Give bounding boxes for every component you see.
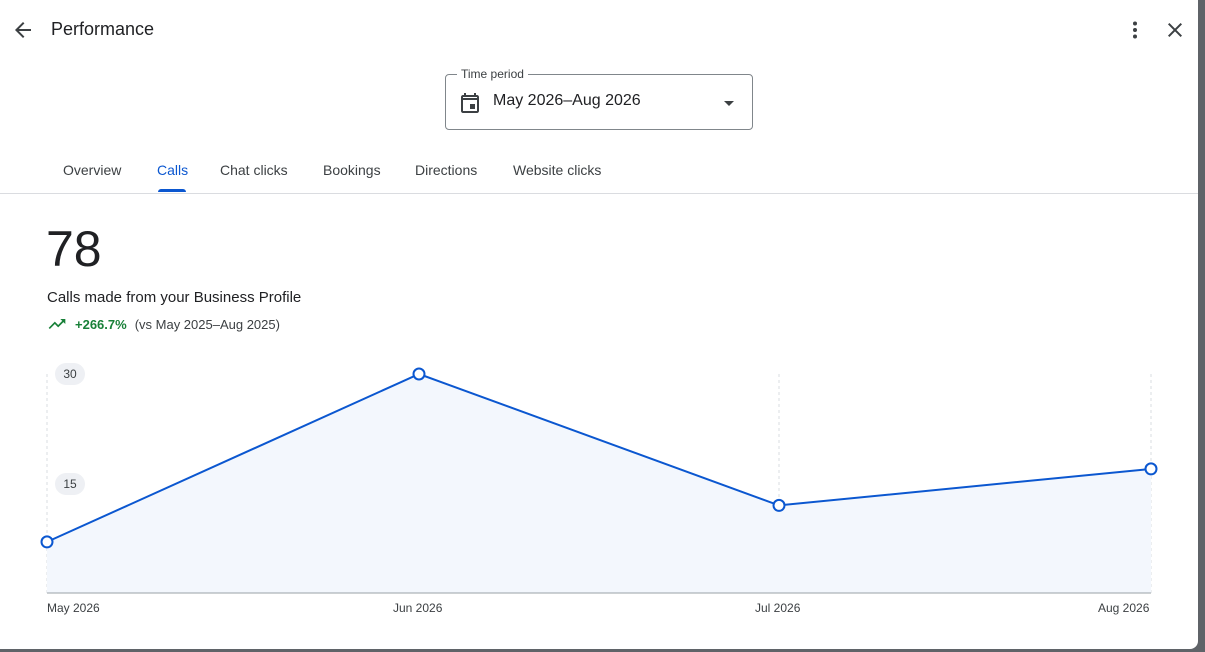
data-point[interactable] — [1144, 462, 1158, 476]
more-vert-icon — [1133, 21, 1137, 39]
time-period-select[interactable]: Time period May 2026–Aug 2026 — [445, 67, 753, 130]
tab-website-clicks[interactable]: Website clicks — [513, 150, 601, 193]
x-tick-label: Jun 2026 — [393, 601, 443, 615]
tab-directions[interactable]: Directions — [415, 150, 477, 193]
dialog-header: Performance — [0, 0, 1198, 60]
y-tick-label: 15 — [55, 473, 85, 495]
y-tick-label: 30 — [55, 363, 85, 385]
x-tick-label: May 2026 — [47, 601, 100, 615]
metric-tabs: Overview Calls Chat clicks Bookings Dire… — [0, 150, 1198, 194]
performance-dialog: Performance Time period May 2026–Aug 202… — [0, 0, 1198, 649]
metric-trend: +266.7% (vs May 2025–Aug 2025) — [47, 314, 280, 334]
close-icon — [1168, 23, 1182, 37]
active-tab-indicator — [158, 189, 186, 192]
time-period-value: May 2026–Aug 2026 — [493, 92, 641, 109]
x-tick-label: Aug 2026 — [1098, 601, 1150, 615]
tab-bookings[interactable]: Bookings — [323, 150, 381, 193]
tab-overview[interactable]: Overview — [63, 150, 121, 193]
data-point[interactable] — [40, 535, 54, 549]
page-title: Performance — [51, 19, 155, 39]
x-tick-label: Jul 2026 — [755, 601, 801, 615]
arrow-back-icon — [15, 22, 31, 38]
time-period-label: Time period — [457, 67, 528, 81]
metric-value: 78 — [46, 221, 102, 277]
tab-calls[interactable]: Calls — [157, 150, 188, 193]
back-button[interactable] — [3, 10, 43, 50]
metric-description: Calls made from your Business Profile — [47, 289, 302, 306]
dropdown-arrow-icon — [724, 101, 734, 106]
tab-chat-clicks[interactable]: Chat clicks — [220, 150, 288, 193]
calendar-icon — [461, 93, 479, 113]
more-options-button[interactable] — [1115, 10, 1155, 50]
calls-chart: 30 15 May 2026 Jun 2026 Jul 2026 Aug 202… — [0, 355, 1198, 625]
series-area — [47, 374, 1151, 593]
data-point[interactable] — [412, 367, 426, 381]
close-button[interactable] — [1155, 10, 1195, 50]
trending-up-icon — [48, 319, 66, 329]
chart-plot — [40, 367, 1158, 594]
data-point[interactable] — [772, 498, 786, 512]
metric-change: +266.7% — [75, 316, 127, 332]
metric-comparison: (vs May 2025–Aug 2025) — [134, 316, 280, 332]
